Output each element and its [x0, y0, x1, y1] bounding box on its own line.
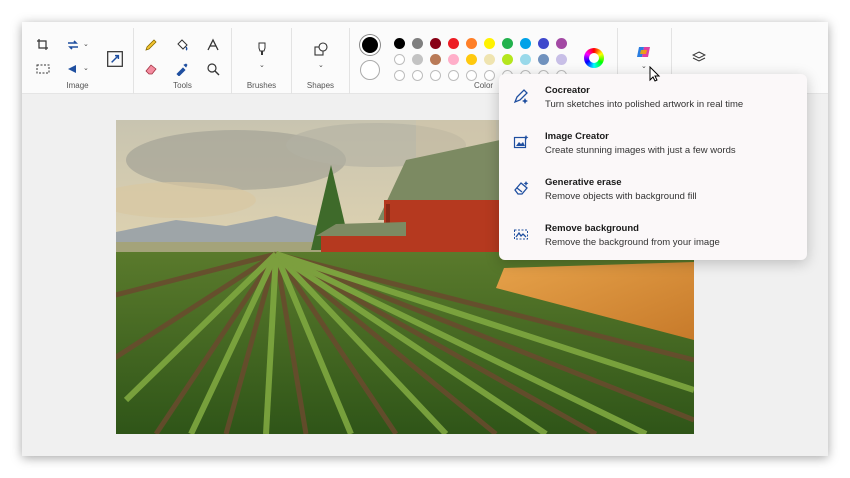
palette-swatch[interactable] — [556, 38, 567, 49]
tools-group-label: Tools — [173, 81, 192, 90]
primary-color-swatch[interactable] — [360, 35, 380, 55]
menu-item-remove-background[interactable]: Remove background Remove the background … — [499, 216, 807, 260]
palette-swatch[interactable] — [412, 54, 423, 65]
custom-color-slot[interactable] — [448, 70, 459, 81]
pencil-icon[interactable] — [142, 36, 160, 54]
color-picker-icon[interactable] — [173, 60, 191, 78]
menu-item-image-creator[interactable]: Image Creator Create stunning images wit… — [499, 124, 807, 168]
custom-color-slot[interactable] — [412, 70, 423, 81]
flip-icon[interactable] — [64, 60, 82, 78]
brush-icon[interactable] — [253, 40, 271, 58]
palette-swatch[interactable] — [430, 38, 441, 49]
secondary-color-swatch[interactable] — [360, 60, 380, 80]
image-group-label: Image — [66, 81, 89, 90]
menu-item-generative-erase[interactable]: Generative erase Remove objects with bac… — [499, 170, 807, 214]
paint-window: ⌄ ⌄ Image Tools ⌄ Brushes ⌄ Shapes Color… — [22, 22, 828, 456]
cocreator-brush-icon — [513, 89, 528, 104]
resize-icon[interactable] — [104, 48, 126, 70]
mouse-cursor-icon — [649, 66, 661, 82]
brushes-group-label: Brushes — [246, 81, 277, 90]
tools-group: Tools — [134, 28, 232, 94]
image-group: ⌄ ⌄ Image — [22, 28, 134, 94]
palette-swatch[interactable] — [412, 38, 423, 49]
custom-color-slot[interactable] — [430, 70, 441, 81]
color-wheel-icon[interactable] — [584, 48, 604, 68]
shapes-group-label: Shapes — [306, 81, 335, 90]
menu-item-title: Generative erase — [545, 177, 622, 188]
shapes-icon[interactable] — [312, 40, 330, 58]
rotate-chevron-down-icon[interactable]: ⌄ — [83, 40, 89, 48]
fill-icon[interactable] — [173, 36, 191, 54]
menu-item-title: Cocreator — [545, 85, 590, 96]
brush-chevron-down-icon[interactable]: ⌄ — [259, 61, 265, 69]
palette-swatch[interactable] — [520, 38, 531, 49]
menu-item-title: Remove background — [545, 223, 639, 234]
palette-swatch[interactable] — [520, 54, 531, 65]
menu-item-cocreator[interactable]: Cocreator Turn sketches into polished ar… — [499, 78, 807, 122]
palette-swatch[interactable] — [484, 54, 495, 65]
layers-icon[interactable] — [690, 48, 708, 66]
flip-chevron-down-icon[interactable]: ⌄ — [83, 64, 89, 72]
custom-color-slot[interactable] — [394, 70, 405, 81]
palette-swatch[interactable] — [538, 38, 549, 49]
palette-swatch[interactable] — [466, 54, 477, 65]
palette-swatch[interactable] — [394, 38, 405, 49]
palette-swatch[interactable] — [394, 54, 405, 65]
rotate-icon[interactable] — [64, 36, 82, 54]
palette-swatch[interactable] — [448, 54, 459, 65]
crop-icon[interactable] — [34, 36, 52, 54]
custom-color-slot[interactable] — [484, 70, 495, 81]
palette-swatch[interactable] — [538, 54, 549, 65]
remove-background-icon — [514, 229, 528, 240]
text-icon[interactable] — [204, 36, 222, 54]
custom-color-slot[interactable] — [466, 70, 477, 81]
shapes-group: ⌄ Shapes — [292, 28, 350, 94]
palette-swatch[interactable] — [466, 38, 477, 49]
brushes-group: ⌄ Brushes — [232, 28, 292, 94]
copilot-icon[interactable] — [634, 42, 654, 62]
palette-swatch[interactable] — [484, 38, 495, 49]
copilot-chevron-down-icon[interactable]: ⌄ — [641, 62, 647, 70]
copilot-menu: Cocreator Turn sketches into polished ar… — [499, 74, 807, 260]
select-icon[interactable] — [34, 60, 52, 78]
magnifier-icon[interactable] — [204, 60, 222, 78]
menu-item-description: Turn sketches into polished artwork in r… — [545, 99, 744, 110]
palette-swatch[interactable] — [556, 54, 567, 65]
menu-item-title: Image Creator — [545, 131, 609, 142]
generative-erase-icon — [514, 181, 529, 195]
palette-swatch[interactable] — [502, 38, 513, 49]
menu-item-description: Remove objects with background fill — [545, 191, 697, 202]
shapes-chevron-down-icon[interactable]: ⌄ — [318, 61, 324, 69]
palette-swatch[interactable] — [502, 54, 513, 65]
eraser-icon[interactable] — [142, 60, 160, 78]
menu-item-description: Create stunning images with just a few w… — [545, 145, 736, 156]
palette-swatch[interactable] — [430, 54, 441, 65]
image-creator-icon — [513, 135, 529, 149]
palette-swatch[interactable] — [448, 38, 459, 49]
menu-item-description: Remove the background from your image — [545, 237, 720, 248]
